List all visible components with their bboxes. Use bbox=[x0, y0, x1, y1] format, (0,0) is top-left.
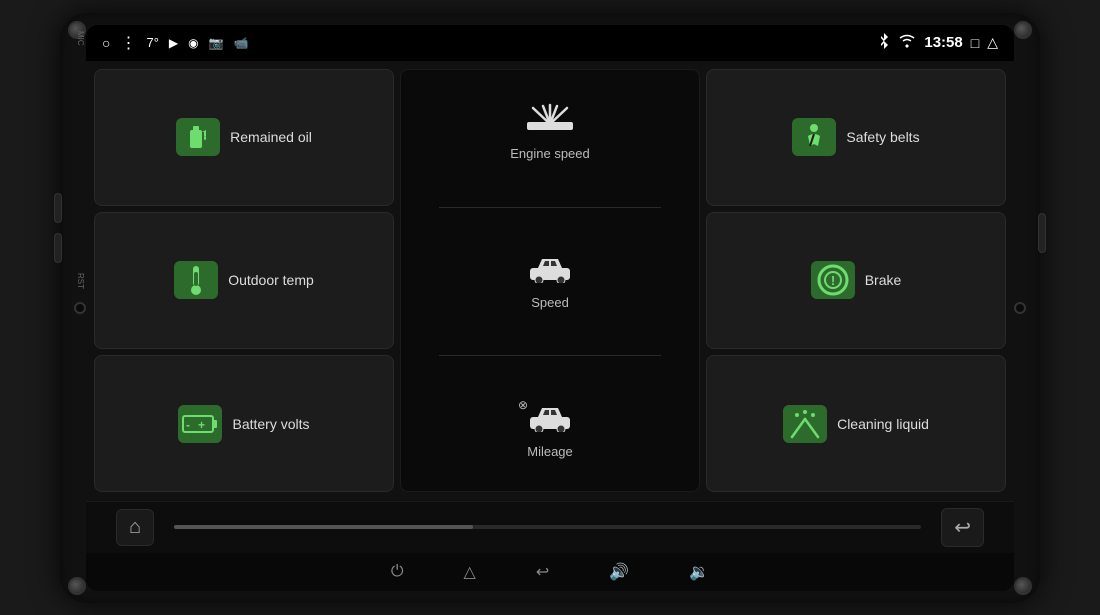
progress-fill bbox=[174, 525, 473, 529]
cleaning-liquid-label: Cleaning liquid bbox=[837, 416, 929, 432]
outdoor-temp-label: Outdoor temp bbox=[228, 272, 314, 288]
battery-icon: - + bbox=[178, 405, 222, 443]
volume-down-button[interactable]: 🔉 bbox=[689, 562, 709, 582]
divider-2 bbox=[439, 355, 661, 356]
thermometer-icon bbox=[174, 261, 218, 299]
brake-tile[interactable]: ! Brake bbox=[706, 212, 1006, 349]
menu-dots-icon: ⋮ bbox=[120, 33, 136, 53]
youtube-icon: ▶ bbox=[169, 36, 178, 50]
screen: ○ ⋮ 7° ▶ ◉ 📷 📹 bbox=[86, 25, 1014, 591]
engine-speed-section: Engine speed bbox=[411, 102, 689, 161]
wifi-icon bbox=[898, 34, 916, 51]
mileage-section: ⊗ Mileage bbox=[411, 402, 689, 459]
seatbelt-icon bbox=[792, 118, 836, 156]
battery-volts-label: Battery volts bbox=[232, 416, 309, 432]
mic-label: MIC bbox=[76, 31, 85, 46]
outdoor-temp-tile[interactable]: Outdoor temp bbox=[94, 212, 394, 349]
side-button-left-2[interactable] bbox=[54, 233, 62, 263]
brake-icon: ! bbox=[811, 261, 855, 299]
square-icon: □ bbox=[971, 35, 979, 51]
safety-belts-tile[interactable]: Safety belts bbox=[706, 69, 1006, 206]
back-button[interactable]: ↩ bbox=[941, 508, 984, 547]
wiper-liquid-icon bbox=[783, 405, 827, 443]
battery-volts-tile[interactable]: - + Battery volts bbox=[94, 355, 394, 492]
safety-belts-label: Safety belts bbox=[846, 129, 919, 145]
remained-oil-tile[interactable]: Remained oil bbox=[94, 69, 394, 206]
screw-tr bbox=[1014, 21, 1032, 39]
remained-oil-label: Remained oil bbox=[230, 129, 312, 145]
svg-text:-: - bbox=[186, 418, 190, 432]
bottom-navigation: ⌂ ↩ bbox=[86, 501, 1014, 553]
speed-section: Speed bbox=[411, 253, 689, 310]
svg-text:!: ! bbox=[831, 273, 835, 288]
power-button[interactable]: ⏻ bbox=[391, 563, 404, 581]
divider-1 bbox=[439, 207, 661, 208]
rst-label: RST bbox=[76, 273, 85, 289]
clock-display: 13:58 bbox=[924, 34, 962, 51]
dashboard-grid: Remained oil bbox=[86, 61, 1014, 501]
media-icon: ◉ bbox=[188, 36, 198, 50]
volume-up-button[interactable]: 🔊 bbox=[609, 562, 629, 582]
fuel-icon bbox=[176, 118, 220, 156]
circle-icon: ○ bbox=[102, 35, 110, 51]
back-arrow-icon: △ bbox=[987, 34, 998, 51]
center-dashboard-tile: Engine speed bbox=[400, 69, 700, 493]
side-button-right-1[interactable] bbox=[1038, 213, 1046, 253]
mileage-label: Mileage bbox=[527, 444, 573, 459]
status-right-icons: 13:58 □ △ bbox=[878, 33, 998, 52]
screw-br bbox=[1014, 577, 1032, 595]
car-mileage-icon bbox=[526, 402, 574, 440]
hole-left bbox=[74, 302, 86, 314]
temperature-display: 7° bbox=[146, 35, 158, 50]
return-button[interactable]: ↩ bbox=[536, 562, 549, 582]
brake-label: Brake bbox=[865, 272, 902, 288]
status-bar: ○ ⋮ 7° ▶ ◉ 📷 📹 bbox=[86, 25, 1014, 61]
system-bar: ⏻ △ ↩ 🔊 🔉 bbox=[86, 553, 1014, 591]
status-left-icons: ○ ⋮ 7° ▶ ◉ 📷 📹 bbox=[102, 33, 249, 53]
progress-bar bbox=[174, 525, 921, 529]
car-speed-icon bbox=[526, 253, 574, 291]
wiper-gauge-icon bbox=[525, 102, 575, 142]
speed-label: Speed bbox=[531, 295, 569, 310]
cleaning-liquid-tile[interactable]: Cleaning liquid bbox=[706, 355, 1006, 492]
hole-right bbox=[1014, 302, 1026, 314]
side-button-left-1[interactable] bbox=[54, 193, 62, 223]
home-button[interactable]: ⌂ bbox=[116, 509, 154, 546]
bluetooth-icon bbox=[878, 33, 890, 52]
home-sys-button[interactable]: △ bbox=[464, 562, 476, 582]
device-frame: MIC RST ○ ⋮ 7° ▶ ◉ 📷 📹 bbox=[60, 13, 1040, 603]
camera-icon: 📷 bbox=[209, 36, 224, 50]
screw-bl bbox=[68, 577, 86, 595]
video-icon: 📹 bbox=[234, 36, 249, 50]
svg-text:+: + bbox=[198, 418, 205, 432]
engine-speed-label: Engine speed bbox=[510, 146, 590, 161]
